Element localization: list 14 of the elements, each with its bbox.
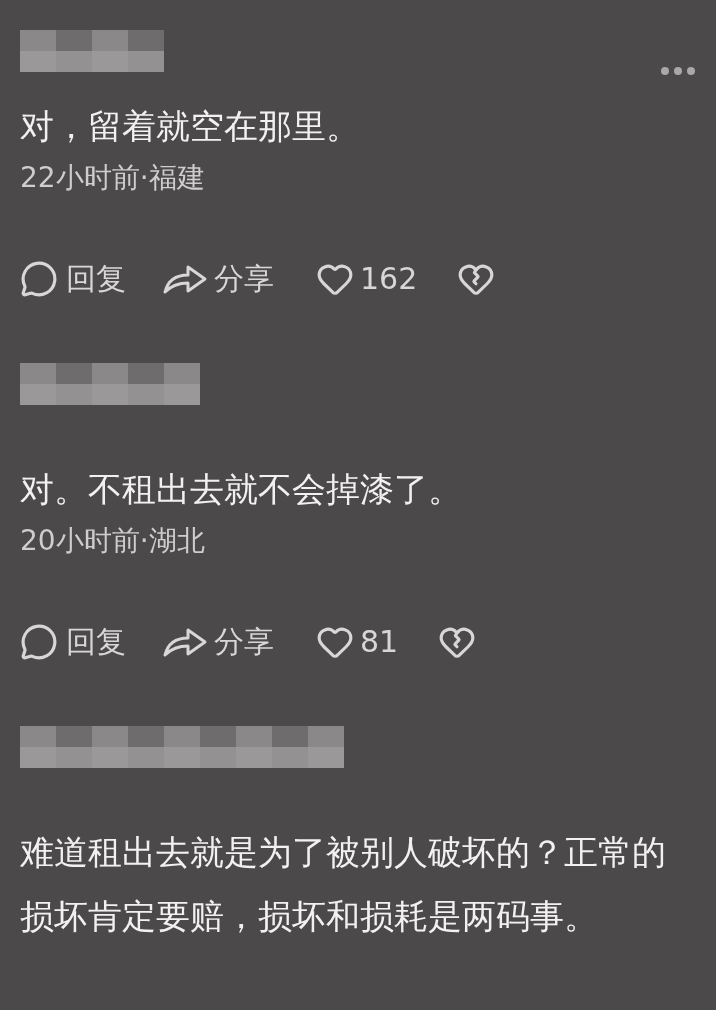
comment-text: 对。不租出去就不会掉漆了。 (20, 468, 463, 511)
share-button[interactable]: 分享 (162, 256, 274, 301)
comment-icon (20, 259, 58, 298)
comment-text: 对，留着就空在那里。 (20, 105, 361, 148)
reply-button[interactable]: 回复 (20, 619, 126, 664)
like-button[interactable]: 81 (316, 619, 399, 664)
like-button[interactable]: 162 (316, 256, 418, 301)
more-icon[interactable] (660, 66, 696, 76)
comment-meta: 20小时前·湖北 (20, 523, 206, 559)
reply-button[interactable]: 回复 (20, 256, 126, 301)
comment-meta: 22小时前·福建 (20, 160, 206, 196)
comment-icon (20, 622, 58, 661)
share-button[interactable]: 分享 (162, 619, 274, 664)
comment-text: 难道租出去就是为了被别人破坏的？正常的损坏肯定要赔，损坏和损耗是两码事。 (20, 831, 667, 938)
